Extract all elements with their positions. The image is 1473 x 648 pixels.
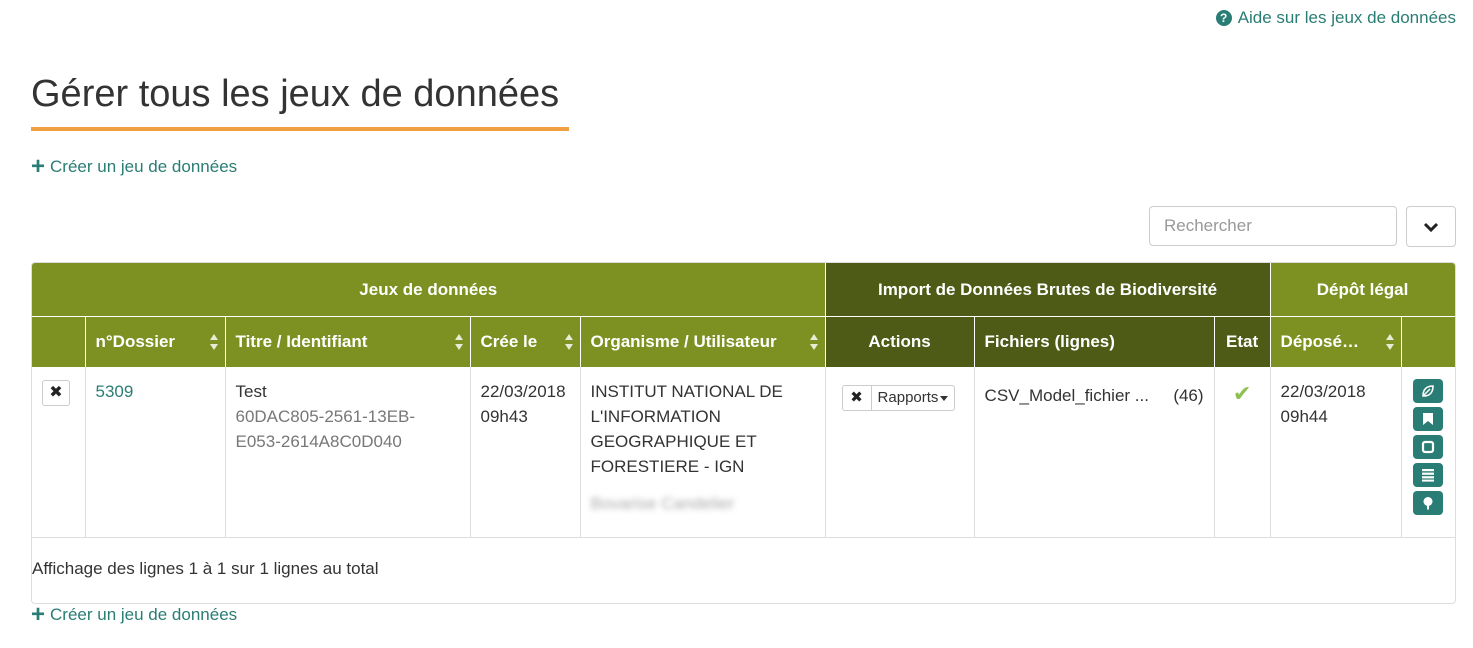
leaf-icon	[1422, 385, 1435, 397]
caret-down-icon	[940, 395, 949, 401]
bookmark-icon	[1423, 413, 1434, 425]
table-row: ✖ 5309 Test 60DAC805-2561-13EB- E053-261…	[32, 367, 1455, 538]
plus-icon: +	[31, 153, 46, 180]
file-lines: (46)	[1173, 386, 1204, 405]
cell-fichiers: CSV_Model_fichier ... (46)	[974, 367, 1215, 538]
group-header-depot: Dépôt légal	[1270, 263, 1455, 317]
create-dataset-label: Créer un jeu de données	[50, 157, 238, 176]
col-etat: Etat	[1214, 316, 1271, 367]
col-organisme-label: Organisme / Utilisateur	[590, 332, 777, 351]
remove-import-button[interactable]: ✖	[843, 386, 872, 410]
organisme-name: INSTITUT NATIONAL DE L'INFORMATION GEOGR…	[590, 382, 783, 476]
advanced-search-toggle-button[interactable]	[1406, 206, 1456, 247]
create-dataset-label: Créer un jeu de données	[50, 605, 238, 624]
question-circle-icon: ?	[1215, 10, 1232, 26]
cell-organisme: INSTITUT NATIONAL DE L'INFORMATION GEOGR…	[580, 367, 826, 538]
tree-icon	[1423, 497, 1433, 510]
dataset-identifier-line1: 60DAC805-2561-13EB-	[235, 407, 416, 426]
reports-dropdown-button[interactable]: Rapports	[872, 386, 955, 410]
title-underline	[31, 127, 569, 131]
dataset-identifier-line2: E053-2614A8C0D040	[235, 432, 402, 451]
actions-button-group: ✖ Rapports	[841, 385, 956, 411]
cell-titre: Test 60DAC805-2561-13EB- E053-2614A8C0D0…	[225, 367, 471, 538]
cell-cree-le: 22/03/2018 09h43	[470, 367, 581, 538]
user-name: Bovarise Candelier	[590, 494, 735, 513]
create-dataset-link-bottom[interactable]: + Créer un jeu de données	[31, 601, 238, 628]
plus-icon: +	[31, 601, 46, 628]
dossier-link[interactable]: 5309	[96, 382, 134, 401]
col-actions: Actions	[825, 316, 975, 367]
deposit-date: 22/03/2018	[1280, 382, 1366, 401]
search-input[interactable]	[1149, 206, 1397, 246]
col-dossier-label: n°Dossier	[95, 332, 176, 351]
help-link[interactable]: ? Aide sur les jeux de données	[1215, 8, 1456, 28]
created-time: 09h43	[480, 407, 528, 426]
col-depose[interactable]: Déposé…	[1270, 316, 1402, 367]
col-cree-le-label: Crée le	[480, 332, 538, 351]
sort-icon	[564, 334, 573, 350]
check-icon: ✔	[1232, 381, 1252, 406]
chevron-down-icon	[1423, 222, 1439, 232]
list-button[interactable]	[1413, 463, 1444, 487]
deposit-time: 09h44	[1280, 407, 1328, 426]
datasets-table: Jeux de données Import de Données Brutes…	[32, 263, 1455, 538]
col-depose-label: Déposé…	[1280, 332, 1359, 351]
datasets-panel: Jeux de données Import de Données Brutes…	[31, 262, 1456, 604]
cell-depose: 22/03/2018 09h44	[1270, 367, 1402, 538]
col-depot-actions	[1401, 316, 1455, 367]
page-title: Gérer tous les jeux de données	[31, 73, 560, 115]
leaf-button[interactable]	[1413, 379, 1444, 403]
col-organisme[interactable]: Organisme / Utilisateur	[580, 316, 826, 367]
cell-dossier: 5309	[85, 367, 226, 538]
list-icon	[1422, 469, 1435, 482]
cell-depot-actions	[1401, 367, 1455, 538]
cell-delete: ✖	[32, 367, 86, 538]
square-icon	[1422, 440, 1435, 454]
file-name: CSV_Model_fichier ...	[984, 386, 1149, 405]
help-link-label: Aide sur les jeux de données	[1237, 8, 1456, 27]
dataset-title: Test	[235, 382, 267, 401]
col-cree-le[interactable]: Crée le	[470, 316, 581, 367]
create-dataset-link-top[interactable]: + Créer un jeu de données	[31, 153, 238, 180]
group-header-datasets: Jeux de données	[32, 263, 826, 317]
col-dossier[interactable]: n°Dossier	[85, 316, 226, 367]
col-titre-label: Titre / Identifiant	[235, 332, 368, 351]
square-button[interactable]	[1413, 435, 1444, 459]
sort-icon	[454, 334, 463, 350]
col-select	[32, 316, 86, 367]
reports-label: Rapports	[877, 389, 939, 406]
pagination-info: Affichage des lignes 1 à 1 sur 1 lignes …	[32, 559, 379, 578]
sort-icon	[809, 334, 818, 350]
sort-icon	[1385, 334, 1394, 350]
cell-etat: ✔	[1214, 367, 1271, 538]
bookmark-button[interactable]	[1413, 407, 1444, 431]
col-fichiers: Fichiers (lignes)	[974, 316, 1215, 367]
sort-icon	[209, 334, 218, 350]
col-titre[interactable]: Titre / Identifiant	[225, 316, 471, 367]
delete-button[interactable]: ✖	[42, 380, 70, 406]
cell-actions: ✖ Rapports	[825, 367, 975, 538]
created-date: 22/03/2018	[480, 382, 566, 401]
group-header-import: Import de Données Brutes de Biodiversité	[825, 263, 1271, 317]
tree-button[interactable]	[1413, 491, 1444, 515]
